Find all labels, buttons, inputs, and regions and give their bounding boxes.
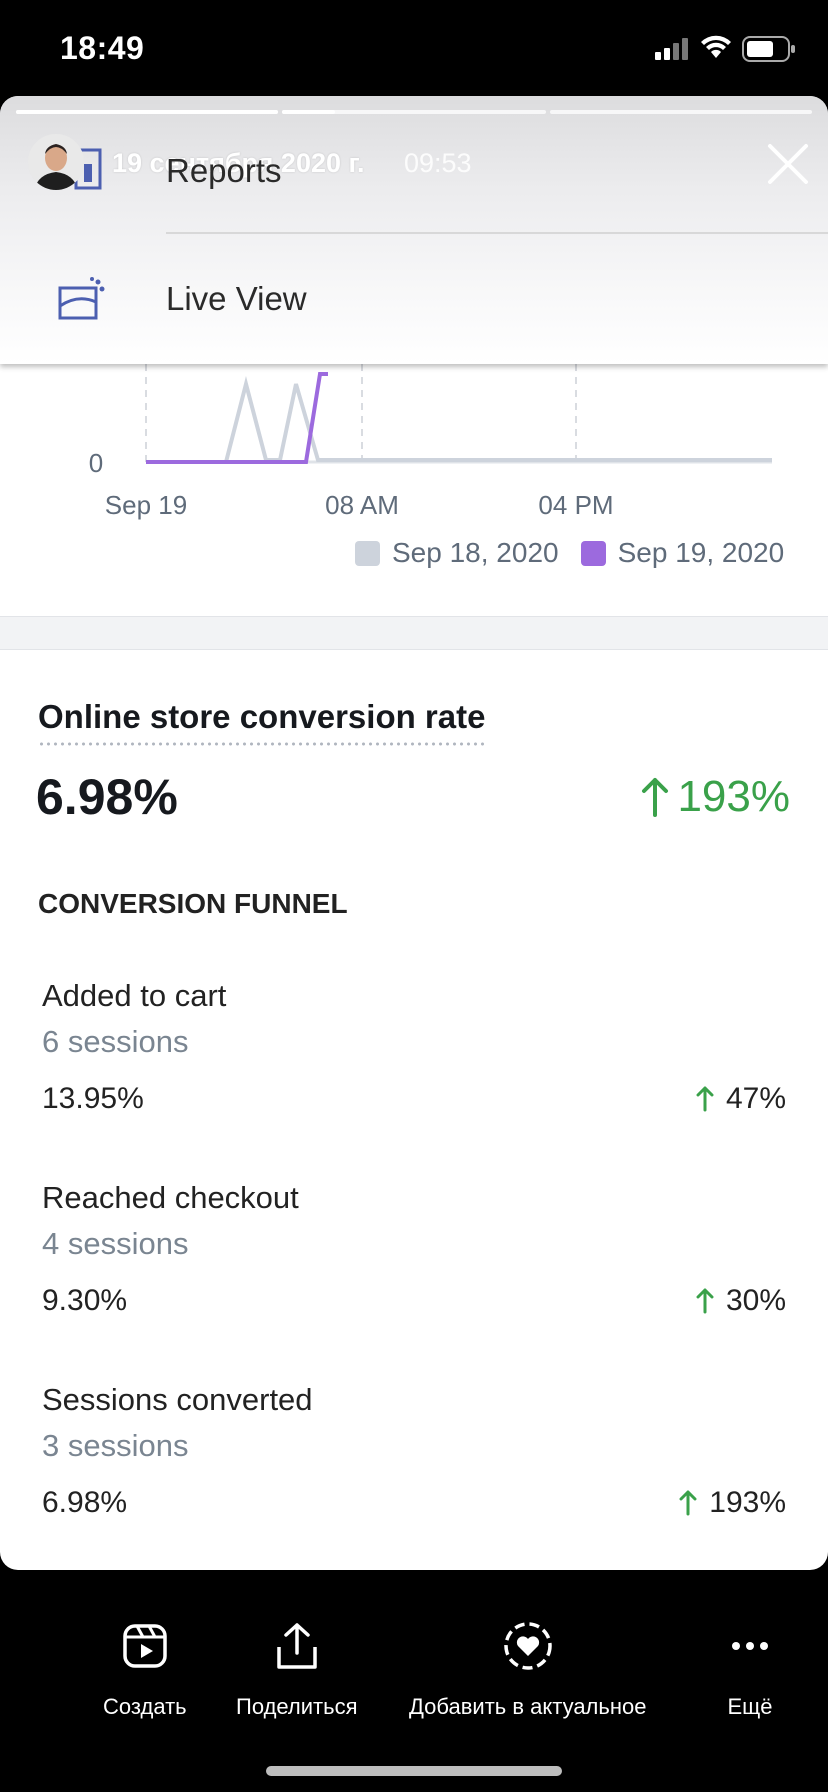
funnel-change: 30% bbox=[696, 1284, 786, 1318]
share-button[interactable]: Поделиться bbox=[236, 1620, 357, 1720]
create-label: Создать bbox=[103, 1694, 187, 1719]
funnel-rate: 9.30% bbox=[42, 1284, 128, 1317]
funnel-row: Reached checkout 4 sessions 9.30% 30% bbox=[0, 1180, 828, 1340]
x-tick-04pm: 04 PM bbox=[538, 490, 613, 520]
funnel-sessions: 6 sessions bbox=[42, 1024, 189, 1059]
arrow-up-icon bbox=[679, 1490, 697, 1516]
metric-value: 6.98% bbox=[36, 769, 178, 825]
funnel-rate: 6.98% bbox=[42, 1486, 128, 1519]
arrow-up-icon bbox=[696, 1288, 714, 1314]
story-card: 0 Sep 19 08 AM 04 PM Sep 18, 2020 Sep 19… bbox=[0, 96, 828, 1570]
funnel-change-value: 193% bbox=[709, 1486, 786, 1519]
close-icon[interactable] bbox=[764, 140, 812, 188]
sessions-chart: 0 Sep 19 08 AM 04 PM bbox=[89, 364, 772, 520]
cellular-signal-icon bbox=[655, 38, 688, 60]
legend-swatch bbox=[580, 540, 606, 566]
story-time: 09:53 bbox=[404, 148, 472, 178]
menu-item-reports[interactable]: Reports bbox=[166, 152, 282, 190]
arrow-up-icon bbox=[696, 1086, 714, 1112]
more-icon bbox=[724, 1620, 776, 1672]
funnel-change: 193% bbox=[679, 1486, 786, 1520]
avatar[interactable] bbox=[28, 134, 84, 190]
funnel-heading: CONVERSION FUNNEL bbox=[38, 888, 348, 919]
metric-change: 193% bbox=[641, 772, 790, 822]
x-tick-08am: 08 AM bbox=[325, 490, 399, 520]
share-icon bbox=[271, 1620, 323, 1672]
legend-label: Sep 18, 2020 bbox=[392, 537, 559, 568]
metric-change-value: 193% bbox=[677, 772, 790, 821]
menu-divider bbox=[166, 232, 828, 234]
highlight-heart-icon bbox=[502, 1620, 554, 1672]
story-progress-1 bbox=[16, 110, 278, 114]
legend-item-sep-19: Sep 19, 2020 bbox=[580, 537, 785, 569]
funnel-rate: 13.95% bbox=[42, 1082, 144, 1115]
y-tick-0: 0 bbox=[89, 448, 103, 478]
more-button[interactable]: Ещё bbox=[724, 1620, 776, 1720]
funnel-label: Reached checkout bbox=[42, 1180, 299, 1215]
section-divider bbox=[0, 616, 828, 650]
funnel-change-value: 47% bbox=[725, 1082, 786, 1115]
series-line-sep-18 bbox=[146, 376, 772, 464]
reels-icon bbox=[119, 1620, 171, 1672]
funnel-change-value: 30% bbox=[725, 1284, 786, 1317]
wifi-icon bbox=[701, 35, 731, 58]
live-view-icon bbox=[58, 277, 105, 320]
share-label: Поделиться bbox=[236, 1694, 358, 1719]
add-to-highlights-label: Добавить в актуальное bbox=[409, 1694, 647, 1719]
create-button[interactable]: Создать bbox=[103, 1620, 187, 1720]
story-bottom-bar: Создать Поделиться Добавить в актуальное bbox=[0, 1570, 828, 1792]
funnel-change: 47% bbox=[696, 1082, 786, 1116]
funnel-label: Sessions converted bbox=[42, 1382, 313, 1417]
funnel-sessions: 3 sessions bbox=[42, 1428, 189, 1463]
funnel-sessions: 4 sessions bbox=[42, 1226, 189, 1261]
story-progress-2 bbox=[282, 110, 546, 114]
legend-swatch bbox=[355, 540, 380, 566]
funnel-row: Added to cart 6 sessions 13.95% 47% bbox=[0, 978, 828, 1138]
x-tick-sep-19: Sep 19 bbox=[105, 490, 187, 520]
funnel-label: Added to cart bbox=[42, 978, 227, 1013]
reports-menu: 19 сентября 2020 г. Reports 09:53 Live V… bbox=[0, 96, 828, 364]
arrow-up-icon bbox=[642, 778, 669, 817]
more-label: Ещё bbox=[727, 1694, 773, 1719]
status-bar: 18:49 bbox=[0, 0, 828, 100]
funnel-row: Sessions converted 3 sessions 6.98% 193% bbox=[0, 1382, 828, 1542]
metric-title[interactable]: Online store conversion rate bbox=[38, 698, 486, 746]
battery-icon bbox=[742, 36, 795, 62]
story-progress-3 bbox=[550, 110, 812, 114]
menu-item-live-view[interactable]: Live View bbox=[166, 280, 307, 318]
add-to-highlights-button[interactable]: Добавить в актуальное bbox=[409, 1620, 646, 1720]
legend-item-sep-18: Sep 18, 2020 bbox=[355, 537, 559, 569]
home-indicator[interactable] bbox=[266, 1766, 562, 1776]
status-time: 18:49 bbox=[60, 30, 145, 66]
legend-label: Sep 19, 2020 bbox=[617, 537, 785, 568]
chart-legend: Sep 18, 2020 Sep 19, 2020 bbox=[355, 536, 806, 570]
